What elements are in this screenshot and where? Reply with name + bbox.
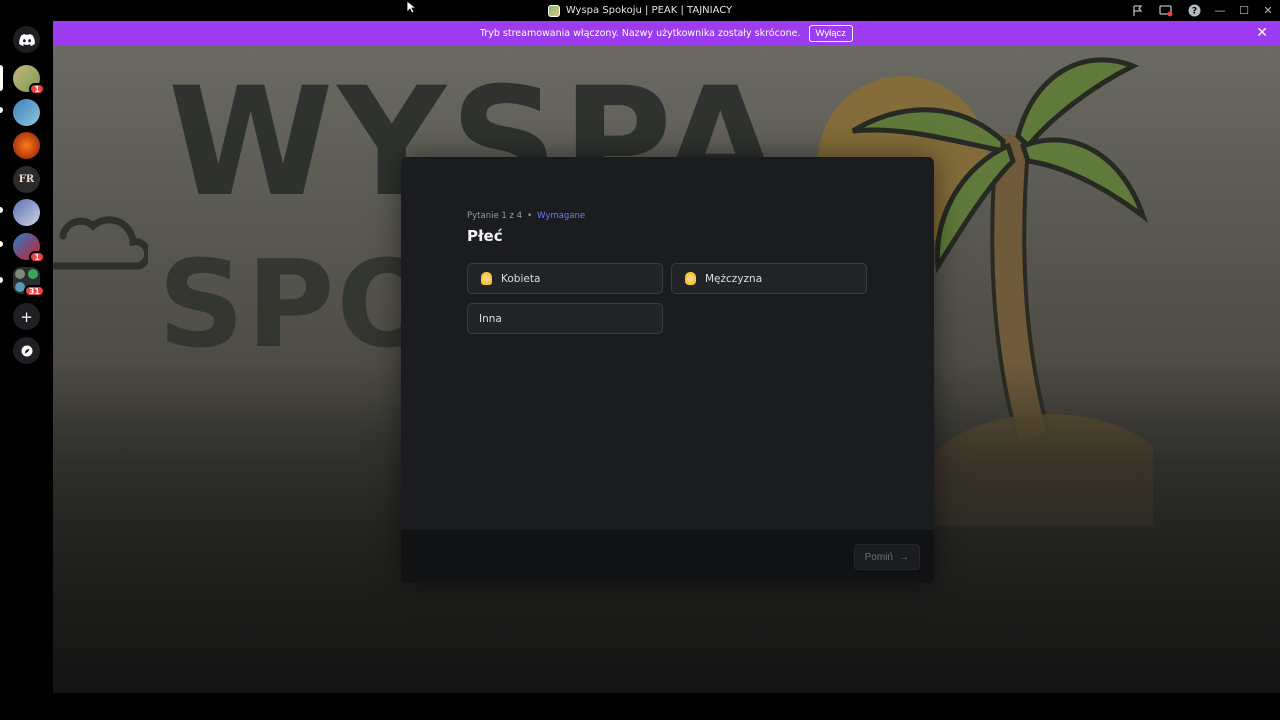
unread-indicator [0,207,3,213]
discover-icon[interactable] [13,337,40,364]
unread-indicator [0,241,3,247]
server-3-icon[interactable] [13,132,40,159]
man-emoji-icon [683,272,697,286]
active-server-indicator [0,65,3,91]
screen-share-icon[interactable] [1152,0,1180,21]
server-icon [547,4,560,17]
close-window-button[interactable]: ✕ [1256,0,1280,21]
server-wyspa-spokoju-icon[interactable]: 1 [13,65,45,95]
unread-indicator [0,277,3,283]
option-label: Inna [479,312,502,325]
separator-dot: • [527,211,533,221]
mouse-cursor-icon [406,0,416,14]
skip-button[interactable]: Pomiń → [853,544,920,570]
mention-badge: 31 [23,285,45,297]
add-server-button[interactable]: + [13,303,40,330]
onboarding-question-modal: Pytanie 1 z 4 • Wymagane Płeć Kobieta Mę… [401,157,934,583]
flag-icon[interactable] [1124,0,1152,21]
disable-streamer-mode-button[interactable]: Wyłącz [808,25,854,42]
option-label: Mężczyzna [705,272,763,285]
cloud-illustration [53,216,148,270]
discord-home-icon[interactable] [13,26,40,53]
option-mezczyzna[interactable]: Mężczyzna [671,263,867,294]
modal-body: Pytanie 1 z 4 • Wymagane Płeć Kobieta Mę… [401,157,934,530]
arrow-right-icon: → [899,551,909,563]
mention-badge: 1 [29,251,45,263]
titlebar-controls: ? — ☐ ✕ [1124,0,1280,21]
server-6-icon[interactable]: 1 [13,233,45,263]
streamer-mode-banner: Tryb streamowania włączony. Nazwy użytko… [53,21,1280,46]
minimize-button[interactable]: — [1208,0,1232,21]
server-5-icon[interactable] [13,199,40,226]
required-label: Wymagane [537,211,586,221]
modal-footer: Pomiń → [401,530,934,583]
woman-emoji-icon [479,272,493,286]
server-folder-icon[interactable]: 31 [13,267,45,297]
close-banner-icon[interactable]: ✕ [1256,25,1268,41]
unread-indicator [0,107,3,113]
server-fr-icon[interactable]: FR [13,166,40,193]
option-label: Kobieta [501,272,541,285]
window-title: Wyspa Spokoju | PEAK | TAJNIACY [547,4,733,17]
server-2-icon[interactable] [13,99,40,126]
mention-badge: 1 [29,83,45,95]
option-kobieta[interactable]: Kobieta [467,263,663,294]
background-subtitle-word: SPO [158,236,441,375]
window-titlebar: Wyspa Spokoju | PEAK | TAJNIACY ? — ☐ ✕ [0,0,1280,21]
question-progress: Pytanie 1 z 4 • Wymagane [467,211,585,221]
streamer-mode-text: Tryb streamowania włączony. Nazwy użytko… [479,28,801,39]
question-title: Płeć [467,227,503,245]
server-rail: 1 FR 1 31 + [0,21,53,720]
svg-text:?: ? [1191,7,1196,17]
option-inna[interactable]: Inna [467,303,663,334]
maximize-button[interactable]: ☐ [1232,0,1256,21]
window-title-text: Wyspa Spokoju | PEAK | TAJNIACY [565,5,733,16]
help-icon[interactable]: ? [1180,0,1208,21]
skip-label: Pomiń [864,551,893,563]
question-counter: Pytanie 1 z 4 [467,211,523,221]
